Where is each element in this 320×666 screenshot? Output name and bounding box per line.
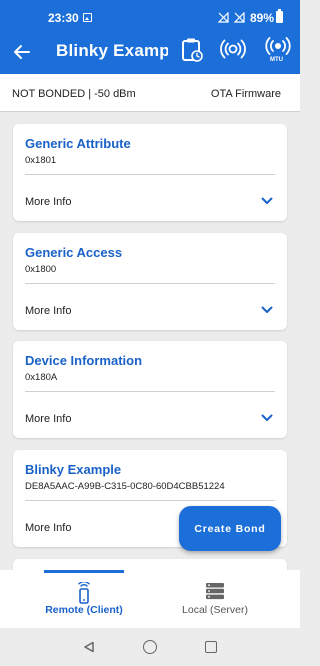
divider	[25, 500, 275, 501]
more-info-label[interactable]: More Info	[25, 522, 71, 534]
battery-icon	[276, 9, 283, 23]
bond-clipboard-icon[interactable]	[180, 37, 204, 63]
more-info-label[interactable]: More Info	[25, 196, 71, 208]
signal-off-icon	[234, 12, 245, 23]
nav-item-local[interactable]: Local (Server)	[160, 604, 270, 616]
status-time: 23:30	[48, 11, 79, 25]
chevron-down-icon[interactable]	[261, 306, 273, 314]
mtu-icon[interactable]	[264, 37, 292, 59]
phone-signal-icon[interactable]	[76, 582, 92, 604]
server-icon[interactable]	[205, 582, 225, 600]
service-uuid: 0x1801	[25, 155, 57, 166]
battery-percent: 89%	[250, 11, 275, 25]
more-info-label[interactable]: More Info	[25, 305, 71, 317]
divider	[25, 174, 275, 175]
app-bar: Blinky Example MTU	[0, 34, 300, 74]
back-arrow-icon[interactable]	[12, 42, 32, 62]
connection-info-row: NOT BONDED | -50 dBm OTA Firmware	[0, 74, 300, 112]
service-name: Blinky Example	[25, 462, 122, 477]
create-bond-button[interactable]: Create Bond	[179, 506, 281, 551]
service-uuid: 0x180A	[25, 372, 58, 383]
service-card[interactable]: Generic Access 0x1800 More Info	[13, 233, 287, 330]
service-name: Device Information	[25, 353, 143, 368]
status-bar: 23:30 89%	[0, 0, 300, 34]
nav-item-remote[interactable]: Remote (Client)	[30, 604, 138, 616]
chevron-down-icon[interactable]	[261, 197, 273, 205]
signal-off-icon	[218, 12, 229, 23]
mtu-label: MTU	[270, 57, 283, 63]
service-name: Generic Attribute	[25, 136, 131, 151]
service-card[interactable]: Generic Attribute 0x1801 More Info	[13, 124, 287, 221]
chevron-down-icon[interactable]	[261, 414, 273, 422]
divider	[25, 283, 275, 284]
system-back-icon[interactable]	[83, 641, 95, 653]
service-uuid: 0x1800	[25, 264, 57, 275]
page-title: Blinky Example	[56, 41, 168, 60]
rssi-icon[interactable]	[220, 38, 246, 60]
connection-status: NOT BONDED | -50 dBm	[12, 88, 136, 100]
system-home-icon[interactable]	[143, 640, 157, 654]
system-nav-bar	[0, 628, 300, 666]
nav-selected-indicator	[44, 570, 124, 573]
service-uuid: DE8A5AAC-A99B-C315-0C80-60D4CBB51224	[25, 481, 225, 492]
more-info-label[interactable]: More Info	[25, 413, 71, 425]
image-notification-icon	[83, 13, 92, 22]
ota-firmware-button[interactable]: OTA Firmware	[211, 88, 281, 100]
service-name: Generic Access	[25, 245, 123, 260]
divider	[25, 391, 275, 392]
bottom-nav: Remote (Client) Local (Server)	[0, 570, 300, 628]
system-recents-icon[interactable]	[205, 641, 217, 653]
service-card[interactable]: Device Information 0x180A More Info	[13, 341, 287, 438]
